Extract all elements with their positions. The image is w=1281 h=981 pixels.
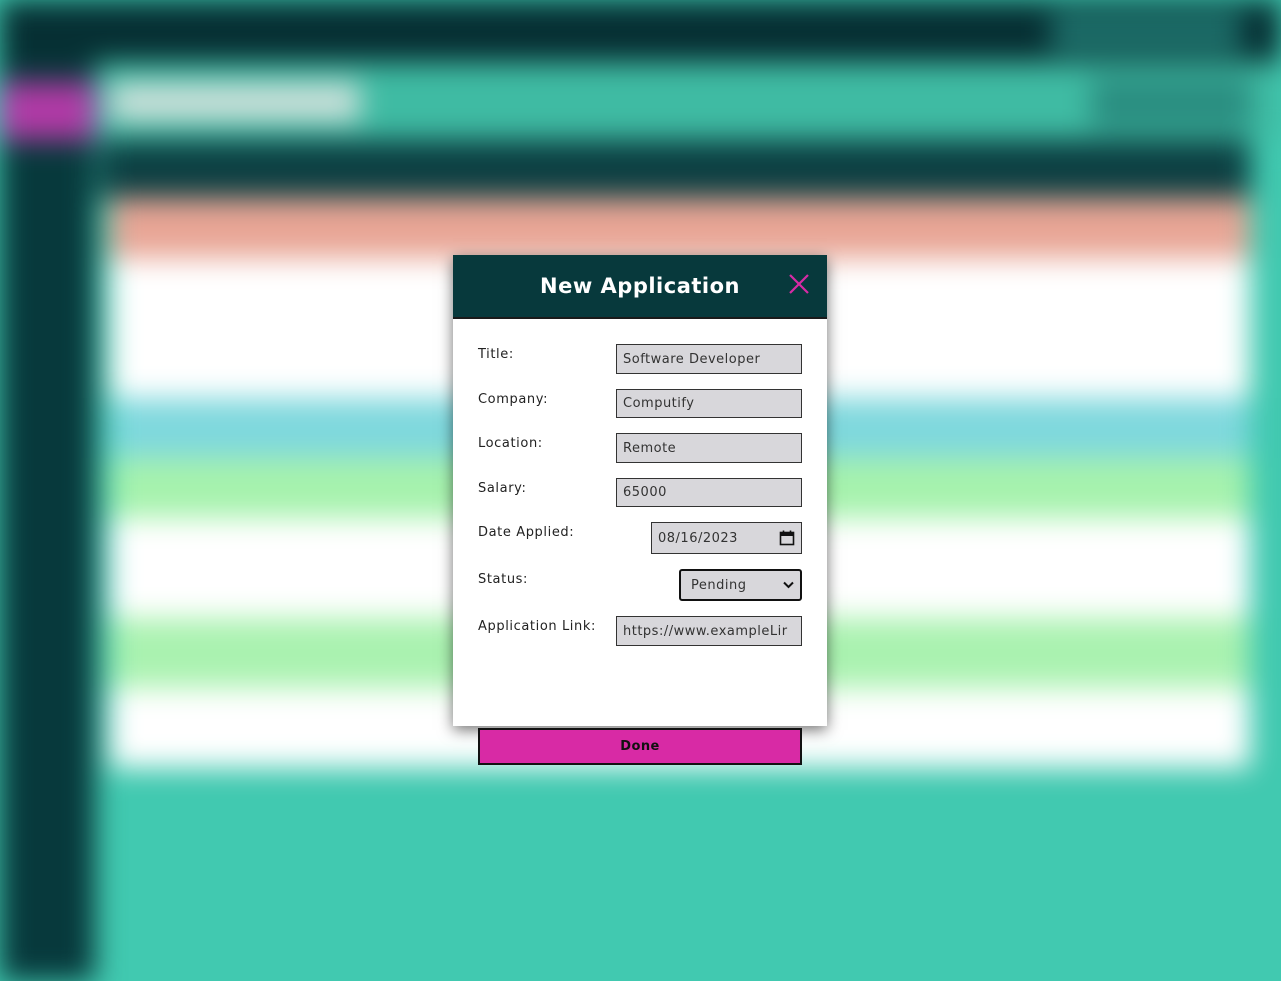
calendar-icon[interactable] xyxy=(779,530,795,546)
company-input[interactable]: Computify xyxy=(616,389,802,418)
modal-overlay[interactable]: New Application Title: Software Develope… xyxy=(0,0,1281,981)
title-label: Title: xyxy=(478,347,514,362)
close-button[interactable] xyxy=(785,270,813,298)
done-button-label: Done xyxy=(620,739,660,754)
dialog-title: New Application xyxy=(540,274,740,298)
application-link-label: Application Link: xyxy=(478,619,596,634)
status-select[interactable]: Pending xyxy=(679,569,802,601)
done-button[interactable]: Done xyxy=(478,728,802,765)
application-link-value: https://www.exampleLir xyxy=(623,623,788,639)
title-input[interactable]: Software Developer xyxy=(616,344,802,374)
new-application-dialog: New Application Title: Software Develope… xyxy=(453,255,827,765)
company-input-value: Computify xyxy=(623,396,695,411)
location-input[interactable]: Remote xyxy=(616,433,802,463)
date-applied-input[interactable]: 08/16/2023 xyxy=(651,522,802,554)
close-icon xyxy=(789,274,809,294)
dialog-header: New Application xyxy=(453,255,827,319)
salary-input-value: 65000 xyxy=(623,485,667,500)
status-select-value: Pending xyxy=(691,577,747,593)
date-applied-label: Date Applied: xyxy=(478,525,575,540)
salary-label: Salary: xyxy=(478,481,527,496)
title-input-value: Software Developer xyxy=(623,351,761,367)
salary-input[interactable]: 65000 xyxy=(616,478,802,507)
chevron-down-icon xyxy=(783,581,794,589)
location-label: Location: xyxy=(478,436,543,451)
application-link-input[interactable]: https://www.exampleLir xyxy=(616,616,802,646)
location-input-value: Remote xyxy=(623,440,677,456)
company-label: Company: xyxy=(478,392,549,407)
date-applied-value: 08/16/2023 xyxy=(658,530,738,546)
status-label: Status: xyxy=(478,572,529,587)
